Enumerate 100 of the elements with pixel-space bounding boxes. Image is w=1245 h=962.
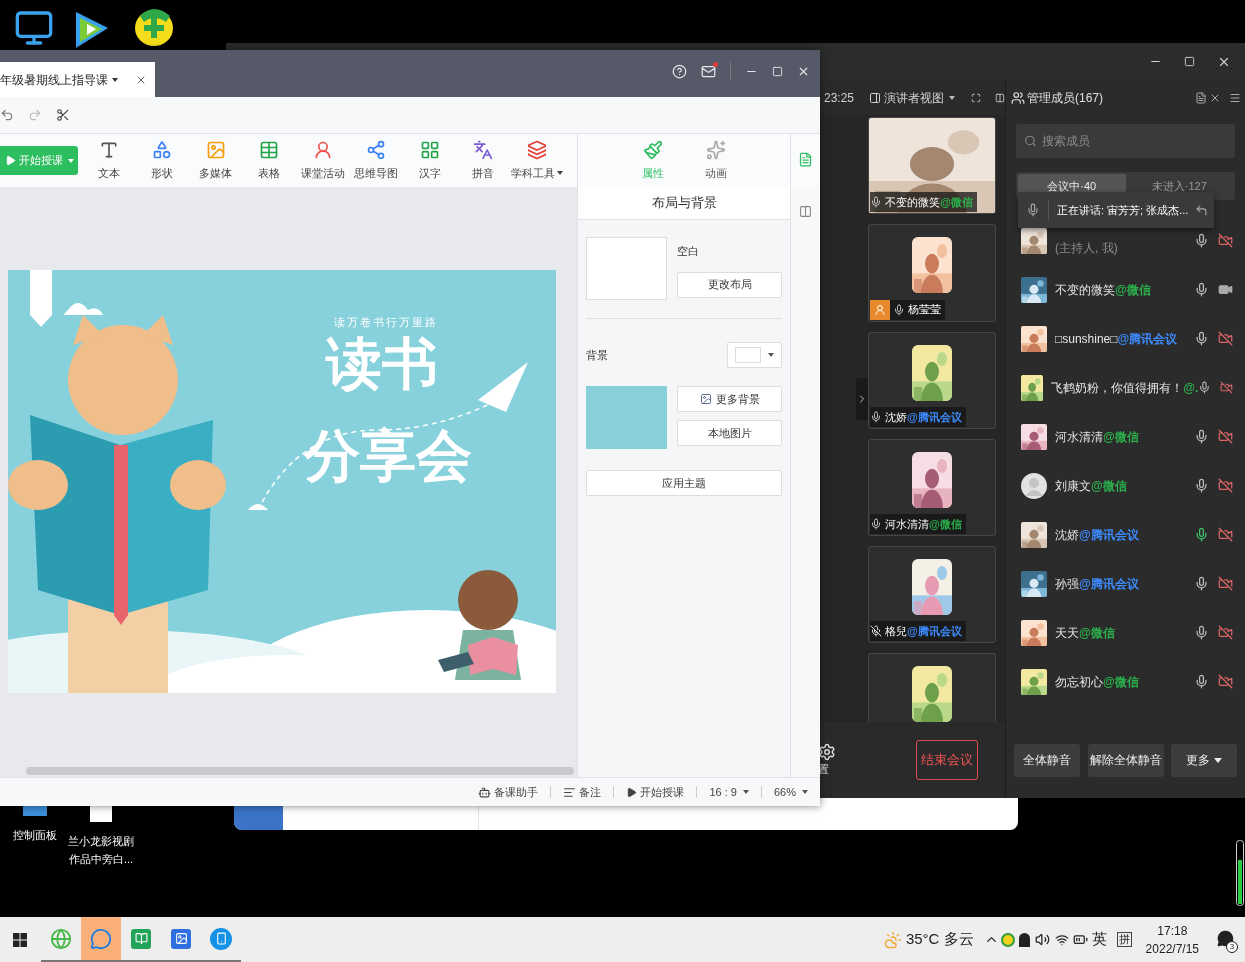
back-arrow-icon[interactable] — [1195, 203, 1208, 217]
camera-off-icon[interactable] — [1220, 380, 1233, 395]
camera-icon[interactable] — [1218, 282, 1233, 297]
weather-text[interactable]: 35°C 多云 — [905, 928, 974, 951]
toolbar-button[interactable]: 汉字 — [403, 139, 457, 182]
help-icon[interactable] — [672, 63, 687, 79]
camera-off-icon[interactable] — [1218, 576, 1233, 591]
host-badge-icon — [870, 299, 890, 320]
video-tile[interactable]: 河水清清@微信 — [868, 438, 996, 536]
mail-icon[interactable] — [701, 63, 716, 79]
mic-icon[interactable] — [1194, 576, 1209, 591]
mic-icon[interactable] — [870, 410, 882, 423]
mic-icon[interactable] — [1198, 380, 1212, 395]
mic-icon[interactable] — [1194, 527, 1209, 542]
toolbar-button[interactable]: 课堂活动 — [296, 139, 350, 182]
input-mode[interactable]: 拼 — [1116, 932, 1132, 947]
member-name: 不变的微笑@微信 — [1055, 281, 1151, 299]
view-mode-dropdown[interactable]: 演讲者视图 — [869, 88, 956, 107]
video-tile[interactable]: 格兒@腾讯会议 — [868, 546, 996, 644]
member-name: 天天@微信 — [1055, 624, 1115, 642]
status-button[interactable]: 备注 — [563, 783, 602, 801]
color-dropdown[interactable] — [727, 342, 782, 368]
desktop-icon-label[interactable]: 兰小龙影视剧 — [68, 832, 134, 850]
search-input[interactable]: 搜索成员 — [1041, 132, 1227, 150]
video-tile[interactable]: 沈娇@腾讯会议 — [868, 331, 996, 429]
wifi-icon[interactable] — [1054, 932, 1069, 947]
end-meeting-button[interactable]: 结束会议 — [916, 740, 978, 780]
scissors-icon[interactable] — [56, 108, 70, 122]
camera-off-icon[interactable] — [1218, 331, 1233, 346]
mic-icon[interactable] — [1194, 282, 1209, 297]
sparkles-icon — [705, 139, 726, 160]
more-backgrounds-button[interactable]: 更多背景 — [677, 386, 782, 412]
mic-icon[interactable] — [870, 196, 882, 209]
input-language[interactable]: 英 — [1091, 928, 1107, 951]
camera-off-icon[interactable] — [1218, 625, 1233, 640]
windows-start-icon[interactable] — [13, 932, 27, 947]
video-tile[interactable]: 杨莹莹 — [868, 224, 996, 322]
camera-off-icon[interactable] — [1218, 478, 1233, 493]
maximize-icon[interactable] — [772, 65, 783, 77]
background-swatch[interactable] — [586, 386, 667, 449]
toolbar-button[interactable]: 形状 — [135, 139, 189, 182]
volume-icon[interactable] — [1034, 932, 1050, 947]
document-icon[interactable] — [1195, 91, 1207, 104]
member-action-button[interactable]: 全体静音 — [1014, 743, 1080, 777]
layout-name: 空白 — [677, 244, 700, 259]
panel-tab[interactable]: 动画 — [699, 139, 732, 182]
mic-icon[interactable] — [1194, 625, 1209, 640]
toolbar-button[interactable]: 文本 — [82, 139, 136, 182]
mic-icon[interactable] — [1194, 674, 1209, 689]
undo-icon[interactable] — [0, 108, 14, 122]
member-action-button[interactable]: 更多 — [1171, 743, 1237, 777]
menu-icon[interactable] — [1229, 91, 1241, 104]
notifications-icon[interactable] — [1217, 929, 1234, 947]
mic-icon[interactable] — [893, 303, 905, 316]
languages-icon — [473, 139, 494, 160]
penguin-icon[interactable] — [1018, 932, 1030, 947]
member-tab[interactable]: 未进入·127 — [1125, 174, 1233, 198]
desktop-icon-label[interactable]: 作品中旁白... — [68, 850, 134, 868]
toolbar-button[interactable]: 表格 — [242, 139, 296, 182]
scrollbar[interactable] — [26, 767, 574, 775]
camera-off-icon[interactable] — [1218, 674, 1233, 689]
mic-icon[interactable] — [1194, 331, 1209, 346]
battery-icon[interactable] — [1072, 932, 1088, 947]
mic-icon[interactable] — [1194, 429, 1209, 444]
local-image-button[interactable]: 本地图片 — [677, 420, 782, 446]
computer-icon[interactable] — [14, 8, 54, 48]
member-action-button[interactable]: 解除全体静音 — [1087, 743, 1164, 777]
document-tab[interactable]: 年级暑期线上指导课 — [0, 62, 155, 97]
camera-off-icon[interactable] — [1218, 233, 1233, 248]
apply-theme-button[interactable]: 应用主题 — [586, 470, 782, 496]
mic-muted-icon[interactable] — [870, 625, 882, 638]
member-name: 飞鹤奶粉，你值得拥有！@. — [1051, 379, 1199, 397]
settings-icon[interactable] — [818, 742, 836, 761]
video-tile[interactable] — [868, 653, 996, 722]
status-button[interactable]: 备课助手 — [478, 783, 539, 801]
desktop-icon-label[interactable]: 控制面板 — [13, 826, 57, 844]
search-icon — [1024, 134, 1037, 148]
status-button[interactable]: 16 : 9 — [709, 783, 749, 801]
maximize-icon[interactable] — [1184, 56, 1195, 67]
status-button[interactable]: 66% — [773, 783, 808, 801]
mic-icon[interactable] — [870, 518, 882, 530]
change-layout-button[interactable]: 更改布局 — [677, 271, 782, 298]
toolbar-button[interactable]: 思维导图 — [349, 139, 403, 182]
toolbar-button[interactable]: 多媒体 — [189, 139, 243, 182]
search-field[interactable]: 搜索成员 — [1016, 124, 1235, 158]
caret-icon — [556, 171, 563, 175]
camera-off-icon[interactable] — [1218, 429, 1233, 444]
mic-icon[interactable] — [1194, 478, 1209, 493]
panel-icon[interactable] — [799, 205, 812, 218]
collapse-handle[interactable] — [856, 377, 868, 420]
toolbar-button[interactable]: 学科工具 — [510, 139, 564, 182]
plus-icon[interactable] — [134, 6, 174, 46]
video-tile[interactable]: 不变的微笑@微信 — [868, 117, 996, 215]
clock[interactable]: 17:18 2022/7/15 — [1145, 921, 1199, 958]
status-button[interactable]: 开始授课 — [626, 783, 685, 801]
camera-off-icon[interactable] — [1218, 527, 1233, 542]
member-name: 刘康文@微信 — [1055, 477, 1127, 495]
layout-thumbnail[interactable] — [586, 237, 667, 300]
mic-icon[interactable] — [1194, 233, 1209, 248]
toolbar-button[interactable]: 拼音 — [456, 139, 510, 182]
